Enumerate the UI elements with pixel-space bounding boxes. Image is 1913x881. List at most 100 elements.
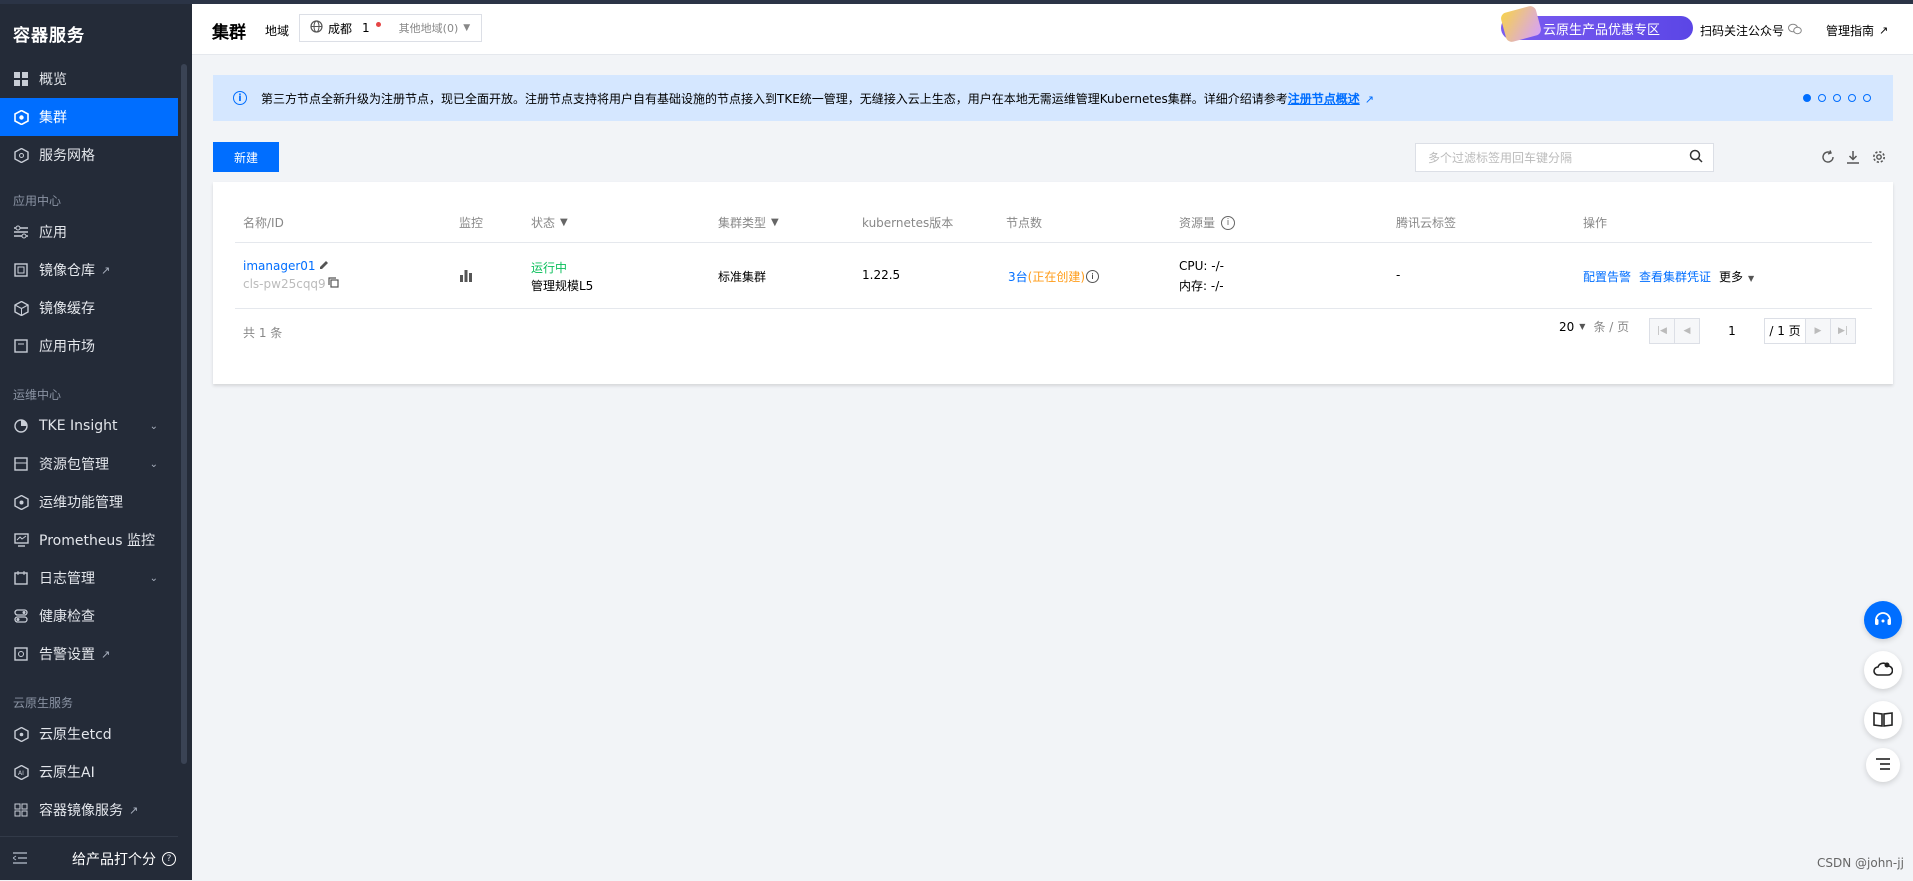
carousel-dot[interactable] [1818, 94, 1826, 102]
last-page-button[interactable]: ▶| [1831, 319, 1855, 343]
sidebar-item-label: 健康检查 [39, 609, 95, 625]
sidebar-item-label: 镜像缓存 [39, 301, 95, 317]
carousel-dot[interactable] [1863, 94, 1871, 102]
sidebar-item-image-service[interactable]: 容器镜像服务 ↗ [0, 791, 178, 829]
sidebar-item-label: 告警设置 [39, 647, 95, 663]
page-total: / 1 页 [1765, 319, 1806, 343]
cpu-usage: CPU: -/- [1179, 259, 1224, 273]
configure-alarm-link[interactable]: 配置告警 [1583, 268, 1631, 285]
download-icon[interactable] [1845, 149, 1861, 165]
sidebar-item-alarm-settings[interactable]: 告警设置 ↗ [0, 635, 178, 673]
external-link-icon: ↗ [129, 803, 139, 817]
region-selector[interactable]: 成都 1 其他地域(0) ▼ [299, 14, 482, 42]
col-type[interactable]: 集群类型 ▼ [718, 214, 779, 231]
other-regions: 其他地域(0) [398, 22, 459, 35]
cloud-feedback-button[interactable] [1864, 651, 1902, 689]
page-size-select[interactable]: 20 ▼ 条 / 页 [1559, 318, 1629, 335]
carousel-dot[interactable] [1848, 94, 1856, 102]
notice-banner: i 第三方节点全新升级为注册节点，现已全面开放。注册节点支持将用户自有基础设施的… [213, 75, 1893, 121]
outline-list-button[interactable] [1866, 748, 1900, 782]
page-number-input[interactable] [1700, 318, 1765, 344]
sidebar-item-label: 运维功能管理 [39, 495, 123, 511]
col-status[interactable]: 状态 ▼ [531, 214, 568, 231]
sidebar-item-image-cache[interactable]: 镜像缓存 [0, 289, 178, 327]
sidebar-item-health-check[interactable]: 健康检查 [0, 597, 178, 635]
customer-service-button[interactable] [1864, 601, 1902, 639]
book-icon [1873, 711, 1893, 730]
sidebar-item-app-market[interactable]: 应用市场 [0, 327, 178, 365]
register-node-link[interactable]: 注册节点概述 [1288, 92, 1360, 106]
sidebar-item-label: 应用 [39, 225, 67, 241]
caret-down-icon: ▼ [463, 23, 471, 33]
documentation-button[interactable] [1864, 701, 1902, 739]
globe-icon [310, 20, 323, 36]
external-link-icon: ↗ [1364, 92, 1374, 106]
search-input[interactable] [1426, 149, 1689, 166]
more-label: 更多 [1719, 270, 1744, 284]
col-type-label: 集群类型 [718, 216, 767, 230]
new-cluster-button[interactable]: 新建 [213, 142, 279, 172]
region-count: 1 [362, 21, 370, 35]
col-status-label: 状态 [531, 216, 556, 230]
sidebar-item-label: 容器镜像服务 [39, 803, 123, 819]
more-actions-dropdown[interactable]: 更多 ▼ [1719, 268, 1754, 285]
sidebar-item-label: 集群 [39, 110, 67, 126]
prev-page-button[interactable]: ◀ [1675, 319, 1700, 343]
sidebar-item-ai[interactable]: AI 云原生AI [0, 753, 178, 791]
page-title: 集群 [212, 23, 246, 43]
gift-icon [1499, 4, 1543, 44]
external-link-icon: ↗ [101, 647, 111, 661]
sidebar-item-ops-features[interactable]: 运维功能管理 [0, 483, 178, 521]
grid-icon [13, 802, 29, 818]
sidebar-item-prometheus[interactable]: Prometheus 监控 [0, 521, 178, 559]
sidebar-item-label: 应用市场 [39, 339, 95, 355]
sidebar-item-app[interactable]: 应用 [0, 213, 178, 251]
follow-wechat-link[interactable]: 扫码关注公众号 [1700, 22, 1802, 39]
sidebar-item-logs[interactable]: 日志管理 ⌄ [0, 559, 178, 597]
carousel-dots [1803, 94, 1871, 102]
refresh-icon[interactable] [1820, 149, 1836, 165]
monitor-icon [13, 532, 29, 548]
pie-icon [13, 418, 29, 434]
sidebar-item-cluster[interactable]: 集群 [0, 98, 178, 136]
management-guide-link[interactable]: 管理指南 ↗ [1826, 22, 1888, 39]
dashboard-icon [13, 71, 29, 87]
sidebar-item-etcd[interactable]: 云原生etcd [0, 715, 178, 753]
cluster-id-cell: cls-pw25cqq9 [243, 277, 339, 291]
sidebar-item-image-repo[interactable]: 镜像仓库 ↗ [0, 251, 178, 289]
copy-icon[interactable] [328, 277, 339, 291]
view-credentials-link[interactable]: 查看集群凭证 [1639, 268, 1711, 285]
search-icon[interactable] [1689, 149, 1707, 166]
repository-icon [13, 262, 29, 278]
page-size-value: 20 [1559, 319, 1575, 334]
settings-gear-icon[interactable] [1871, 149, 1887, 165]
filter-icon[interactable]: ▼ [771, 217, 779, 228]
memory-usage: 内存: -/- [1179, 279, 1224, 293]
sidebar-item-mesh[interactable]: 服务网格 [0, 136, 178, 174]
edit-pencil-icon[interactable] [319, 259, 329, 273]
sidebar-scrollbar[interactable] [181, 64, 187, 764]
sidebar-item-overview[interactable]: 概览 [0, 60, 178, 98]
rate-product-link[interactable]: 给产品打个分 [72, 849, 156, 869]
filter-icon[interactable]: ▼ [560, 217, 568, 228]
col-version: kubernetes版本 [862, 216, 954, 230]
carousel-dot[interactable] [1803, 94, 1811, 102]
carousel-dot[interactable] [1833, 94, 1841, 102]
col-nodes: 节点数 [1006, 216, 1043, 230]
collapse-sidebar-icon[interactable] [12, 851, 29, 867]
toggle-icon [13, 608, 29, 624]
info-icon[interactable]: i [1086, 270, 1100, 283]
cluster-name-link[interactable]: imanager01 [243, 259, 316, 273]
node-count-link[interactable]: 3台 [1008, 268, 1028, 285]
next-page-button[interactable]: ▶ [1806, 319, 1831, 343]
cloud-tags: - [1396, 268, 1401, 282]
monitor-chart-icon[interactable] [459, 269, 473, 285]
sidebar: 容器服务 概览 集群 服务网格 应用中心 应用 镜像仓库 ↗ 镜像缓存 应用市场… [0, 4, 192, 880]
info-icon[interactable]: i [1221, 215, 1236, 230]
promo-banner[interactable]: 云原生产品优惠专区 [1499, 4, 1693, 44]
header-divider [235, 242, 1872, 243]
sidebar-item-tke-insight[interactable]: TKE Insight ⌄ [0, 407, 178, 445]
sidebar-item-label: 概览 [39, 72, 67, 88]
sidebar-item-resource-pack[interactable]: 资源包管理 ⌄ [0, 445, 178, 483]
first-page-button[interactable]: |◀ [1650, 319, 1675, 343]
